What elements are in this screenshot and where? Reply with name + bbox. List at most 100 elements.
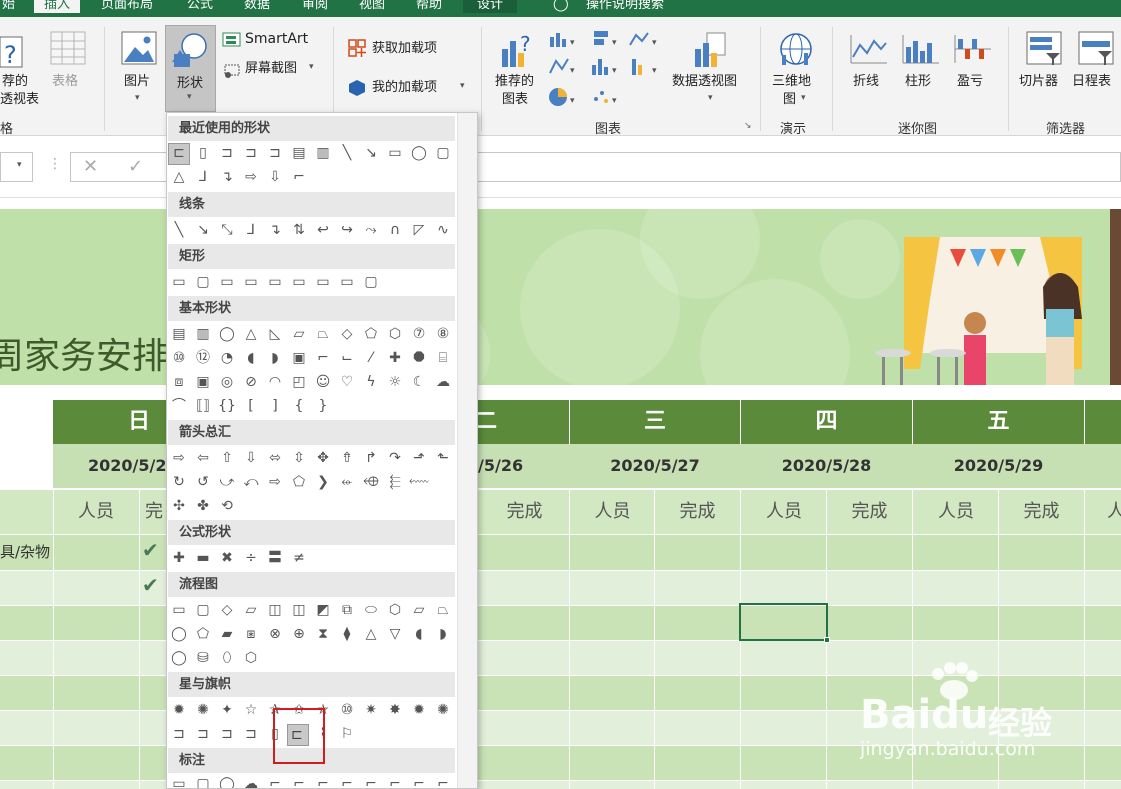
tab-page-layout[interactable]: 页面布局 [101,0,153,13]
svg-text:▾: ▾ [612,66,617,76]
date-cell: /5/26 [478,456,524,475]
tab-data[interactable]: 数据 [244,0,270,13]
svg-text:?: ? [4,41,17,69]
section-header: 流程图 [168,572,455,597]
done-label: 完 [145,501,163,522]
tab-design[interactable]: 设计 [463,0,518,13]
group-tables-label: 格 [0,122,14,137]
svg-text:▾: ▾ [652,66,657,76]
fill-handle[interactable] [824,637,830,643]
sparkline-column-button[interactable]: 柱形 [905,73,931,90]
tab-home[interactable]: 始 [2,0,15,13]
shape-row: ◯ ⛁ ⬯ ⬡ [171,650,258,666]
pivot-table-label-2[interactable]: 透视表 [0,91,39,108]
screenshot-button[interactable]: 屏幕截图 [245,60,297,77]
vertical-textbox-icon[interactable]: ▥ [311,142,335,164]
smartart-button[interactable]: SmartArt [245,31,308,48]
screenshot-icon [224,64,240,78]
line-icon[interactable]: ╲ [335,142,359,164]
shape-row: ⊏ ▯ ⊐ ⊐ ⊐ ▤ ▥ ╲ ↘ ▭ ◯ ▢ [167,142,462,166]
down-arrow-icon[interactable]: ⇩ [263,166,287,188]
elbow-arrow-icon[interactable]: ↴ [215,166,239,188]
tab-view[interactable]: 视图 [359,0,385,13]
picture-button[interactable]: 图片 [124,73,150,90]
cancel-icon[interactable]: ✕ [83,156,98,177]
ribbon-shape-icon[interactable]: ⊐ [239,142,263,164]
timeline-button[interactable]: 日程表 [1072,73,1111,90]
callout-shape-icon[interactable]: ⊏ [167,142,191,164]
3d-map-label-1[interactable]: 三维地 [772,73,811,90]
section-header: 最近使用的形状 [168,116,455,141]
shape-row: ↻ ↺ ⤻ ⤺ ⇨ ⬠ ❯ ⬰ ⬲ ⬱ ⬳ [173,474,429,490]
pivot-table-label-1[interactable]: 荐的 [2,73,28,90]
shape-row: ⧈ ▣ ◎ ⊘ ◠ ◰ ☺ ♡ ϟ ☼ ☾ ☁ [174,374,450,390]
svg-text:▾: ▾ [652,38,657,48]
done-label: 完成 [506,501,543,522]
watermark-url: jingyan.baidu.com [860,738,1036,760]
recommended-charts-label-2[interactable]: 图表 [502,91,528,108]
tell-me-search[interactable]: 操作说明搜索 [586,0,664,13]
name-box[interactable]: ▾ [0,152,33,182]
enter-icon[interactable]: ✓ [128,156,143,177]
date-cell: 2020/5/29 [953,456,1044,475]
elbow-connector-icon[interactable]: ⅃ [191,166,215,188]
get-addins-button[interactable]: 获取加载项 [372,40,437,57]
day-header: 五 [987,409,1010,434]
store-icon [348,39,366,57]
ribbon-tab-bar: 始 插入 页面布局 公式 数据 审阅 视图 帮助 设计 ◯ 操作说明搜索 [0,0,1121,17]
scroll-shape-icon[interactable]: ▯ [191,142,215,164]
group-filters-label: 筛选器 [1046,122,1086,137]
sheet-title: 周家务安排 [0,336,169,377]
selected-cell[interactable] [739,603,830,643]
rounded-rect-icon[interactable]: ▢ [431,142,455,164]
oval-icon[interactable]: ◯ [407,142,431,164]
tab-help[interactable]: 帮助 [416,0,442,13]
ribbon-shape-icon[interactable]: ⊐ [215,142,239,164]
3d-map-label-2[interactable]: 图 [783,91,796,108]
pivot-table-icon: ? [0,36,23,69]
done-label: 完成 [1023,501,1060,522]
shape-row: ╲ ↘ ⤡ ⅃ ↴ ⇅ ↩ ↪ ⤳ ∩ ◸ ∿ [174,222,449,238]
3d-map-icon [780,33,812,65]
timeline-icon [1078,31,1114,65]
picture-icon [121,31,157,65]
shape-row: ▭ ▢ ▭ ▭ ▭ ▭ ▭ ▭ ▢ [172,274,378,290]
recommended-charts-label-1[interactable]: 推荐的 [495,73,534,90]
svg-text:▾: ▾ [570,66,575,76]
tab-review[interactable]: 审阅 [302,0,328,13]
shape-row: ✚ ▬ ✖ ÷ 〓 ≠ [173,550,305,566]
person-label: 人员 [594,501,631,522]
date-cell: 2020/5/24 [88,456,178,475]
shape-row: ▤ ▥ ◯ △ ◺ ▱ ⏢ ◇ ⬠ ⬡ ⑦ ⑧ [172,326,450,342]
svg-text:?: ? [520,32,531,56]
snip-rect-icon[interactable]: ⌐ [287,166,311,188]
svg-text:▾: ▾ [570,96,575,106]
svg-text:▾: ▾ [612,96,617,106]
shape-row: ⇨ ⇦ ⇧ ⇩ ⬄ ⇳ ✥ ⇮ ↱ ↷ ⬏ ⬑ [173,450,449,466]
sparkline-line-button[interactable]: 折线 [853,73,879,90]
rectangle-icon[interactable]: ▭ [383,142,407,164]
chart-type-icons[interactable]: ▾ ▾ ▾ ▾ ▾ ▾ ▾ ▾ [548,29,664,115]
dialog-launcher-icon[interactable]: ↘ [744,121,752,131]
section-header: 星与旗帜 [168,672,455,697]
tab-insert[interactable]: 插入 [34,0,81,13]
my-addins-button[interactable]: 我的加载项 [372,79,437,96]
table-button[interactable]: 表格 [52,73,78,90]
day-header: 三 [643,409,666,434]
sparkline-winloss-button[interactable]: 盈亏 [957,73,983,90]
my-addins-icon [349,80,365,96]
person-label: 人员 [938,501,974,522]
annotation-highlight-box [273,708,325,764]
pivot-chart-button[interactable]: 数据透视图 [672,73,737,90]
slicer-button[interactable]: 切片器 [1019,73,1058,90]
shapes-gallery: 最近使用的形状 ⊏ ▯ ⊐ ⊐ ⊐ ▤ ▥ ╲ ↘ ▭ ◯ ▢ △ ⅃ ↴ ⇨ ⇩ ⌐ 线条 ╲ ↘ ⤡ ⅃ ↴ ⇅ ↩ ↪ ⤳… [166,112,478,789]
day-header: 四 [815,409,838,434]
right-arrow-icon[interactable]: ⇨ [239,166,263,188]
tab-formulas[interactable]: 公式 [187,0,213,13]
arrow-line-icon[interactable]: ↘ [359,142,383,164]
ribbon-shape-icon[interactable]: ⊐ [263,142,287,164]
shapes-button[interactable]: 形状 ▾ [165,25,216,112]
triangle-icon[interactable]: △ [167,166,191,188]
textbox-icon[interactable]: ▤ [287,142,311,164]
name-box-dropdown-icon[interactable]: ▾ [17,160,22,170]
